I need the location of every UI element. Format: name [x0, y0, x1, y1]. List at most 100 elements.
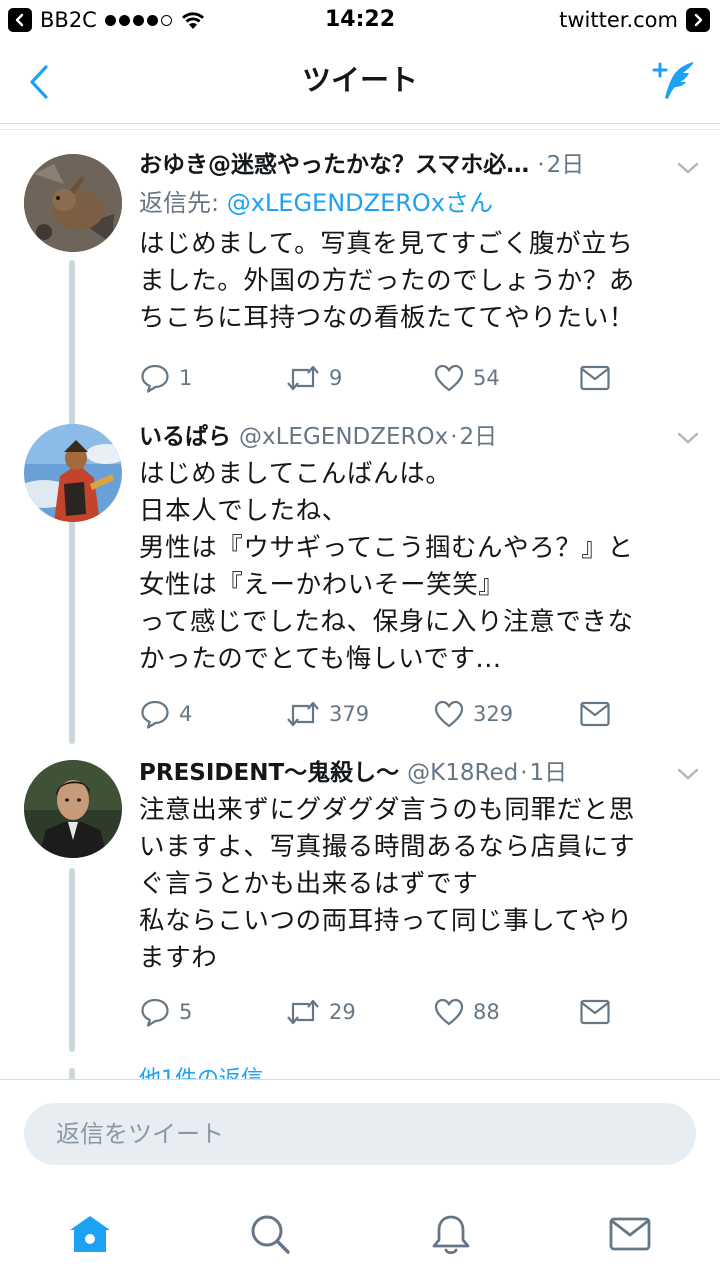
retweet-icon — [287, 365, 319, 391]
tweet-actions: 5 29 88 — [139, 995, 639, 1029]
search-icon — [251, 1215, 290, 1254]
tab-home[interactable] — [67, 1211, 113, 1257]
retweet-icon — [287, 701, 319, 727]
tab-bar — [0, 1189, 720, 1280]
tweet-actions: 1 9 54 — [139, 361, 639, 395]
compose-tweet-button[interactable] — [648, 56, 700, 108]
tweet-text: 注意出来ずにグダグダ言うのも同罪だと思 いますよ、写真撮る時間あるなら店員にす … — [139, 792, 699, 977]
separator: · — [537, 152, 545, 178]
reply-tweet[interactable]: PRESIDENT〜鬼殺し〜 @K18Red · 1日 注意出来ずにグダグダ言う… — [0, 746, 720, 1056]
tweet-text: はじめまして。写真を見てすごく腹が立ち ました。外国の方だったのでしょうか？あ … — [139, 226, 699, 337]
reply-button[interactable]: 4 — [139, 697, 192, 731]
separator: · — [450, 424, 458, 450]
heart-icon — [434, 700, 464, 728]
author-name[interactable]: いるぱら — [139, 420, 231, 454]
chevron-down-icon[interactable] — [676, 766, 700, 782]
tweet-text-line: ちこちに耳持つなの看板たててやりたい！ — [139, 303, 635, 333]
tweet-text-line: かったのでとても悔しいです... — [139, 644, 502, 674]
reply-to-label: 返信先: — [139, 189, 227, 217]
direct-message-button[interactable] — [579, 697, 611, 731]
compose-tweet-icon — [652, 62, 694, 99]
author-handle[interactable]: @K18Red — [407, 756, 518, 790]
status-bar: BB2C 14:22 twitter.com — [0, 0, 720, 40]
forward-to-app-icon[interactable] — [686, 8, 710, 32]
avatar[interactable] — [24, 154, 122, 252]
tweet-text-line: 男性は『ウサギってこう掴むんやろ？』と — [139, 533, 634, 563]
separator: · — [520, 760, 528, 786]
reply-tweet[interactable]: いるぱら @xLEGENDZEROx · 2日 はじめましてこんばんは。 日本人… — [0, 410, 720, 746]
envelope-icon — [580, 365, 610, 391]
retweet-count: 29 — [329, 1000, 356, 1024]
more-replies-link[interactable]: 他1件の返信 — [139, 1066, 263, 1080]
retweet-button[interactable]: 9 — [285, 361, 342, 395]
like-count: 54 — [473, 366, 500, 390]
direct-message-button[interactable] — [579, 995, 611, 1029]
tweet-time[interactable]: 2日 — [547, 148, 585, 182]
envelope-icon — [580, 701, 610, 727]
tweet-text-line: ました。外国の方だったのでしょうか？あ — [139, 266, 635, 296]
chevron-down-icon[interactable] — [676, 430, 700, 446]
tweet-time[interactable]: 1日 — [530, 756, 568, 790]
heart-icon — [434, 364, 464, 392]
tab-search[interactable] — [247, 1211, 293, 1257]
thread-line — [69, 868, 75, 1052]
reply-composer-bar: 返信をツイート — [0, 1079, 720, 1189]
messages-icon — [609, 1217, 651, 1251]
tweet-text-line: って感じでしたね、保身に入り注意できな — [139, 607, 634, 637]
tweet-text-line: ますわ — [139, 943, 218, 973]
source-domain: twitter.com — [559, 8, 678, 32]
reply-count: 1 — [179, 366, 193, 390]
like-button[interactable]: 88 — [433, 995, 500, 1029]
avatar[interactable] — [24, 424, 122, 522]
tweet-text-line: はじめましてこんばんは。 — [139, 459, 452, 489]
reply-count: 4 — [179, 702, 193, 726]
nav-bar: ツイート — [0, 40, 720, 124]
reply-button[interactable]: 5 — [139, 995, 192, 1029]
author-handle[interactable]: @xLEGENDZEROx — [239, 420, 448, 454]
tweet-text-line: 私ならこいつの両耳持って同じ事してやり — [139, 906, 633, 936]
reply-to-line: 返信先: @xLEGENDZEROxさん — [139, 186, 493, 220]
author-name[interactable]: PRESIDENT〜鬼殺し〜 — [139, 756, 399, 790]
reply-tweet[interactable]: おゆき@迷惑やったかな？スマホ必… · 2日 返信先: @xLEGENDZERO… — [0, 130, 720, 548]
tweet-text: はじめましてこんばんは。 日本人でしたね、 男性は『ウサギってこう掴むんやろ？』… — [139, 456, 699, 678]
author-name[interactable]: おゆき@迷惑やったかな？スマホ必… — [139, 148, 529, 182]
like-button[interactable]: 329 — [433, 697, 513, 731]
tweet-header: おゆき@迷惑やったかな？スマホ必… · 2日 — [139, 148, 672, 182]
tweet-text-line: はじめまして。写真を見てすごく腹が立ち — [139, 229, 634, 259]
thread-line — [69, 532, 75, 744]
reply-count: 5 — [179, 1000, 193, 1024]
chevron-down-icon[interactable] — [676, 160, 700, 176]
reply-icon — [141, 998, 169, 1027]
envelope-icon — [580, 999, 610, 1025]
reply-button[interactable]: 1 — [139, 361, 192, 395]
tweet-header: PRESIDENT〜鬼殺し〜 @K18Red · 1日 — [139, 756, 672, 790]
tweet-time[interactable]: 2日 — [460, 420, 498, 454]
tweet-actions: 4 379 329 — [139, 697, 639, 731]
tweet-text-line: 女性は『えーかわいそー笑笑』 — [139, 570, 505, 600]
tweet-text-line: 日本人でしたね、 — [139, 496, 348, 526]
direct-message-button[interactable] — [579, 361, 611, 395]
retweet-count: 379 — [329, 702, 370, 726]
notifications-icon — [432, 1215, 470, 1255]
tweet-text-line: 注意出来ずにグダグダ言うのも同罪だと思 — [139, 795, 635, 825]
like-button[interactable]: 54 — [433, 361, 500, 395]
reply-input[interactable]: 返信をツイート — [24, 1103, 696, 1165]
tweet-text-line: いますよ、写真撮る時間あるなら店員にす — [139, 832, 636, 862]
like-count: 88 — [473, 1000, 500, 1024]
page-title: ツイート — [301, 63, 418, 97]
tab-notifications[interactable] — [428, 1211, 474, 1257]
avatar[interactable] — [24, 760, 122, 858]
tab-messages[interactable] — [607, 1211, 653, 1257]
reply-to-mention[interactable]: @xLEGENDZEROxさん — [227, 189, 493, 217]
status-right: twitter.com — [559, 6, 710, 34]
retweet-button[interactable]: 29 — [285, 995, 356, 1029]
home-icon — [70, 1216, 110, 1252]
heart-icon — [434, 998, 464, 1026]
reply-icon — [141, 364, 169, 393]
reply-icon — [141, 700, 169, 729]
retweet-icon — [287, 999, 319, 1025]
like-count: 329 — [473, 702, 514, 726]
tweet-header: いるぱら @xLEGENDZEROx · 2日 — [139, 420, 672, 454]
tweet-text-line: ぐ言うとかも出来るはずです — [139, 869, 479, 899]
retweet-button[interactable]: 379 — [285, 697, 369, 731]
